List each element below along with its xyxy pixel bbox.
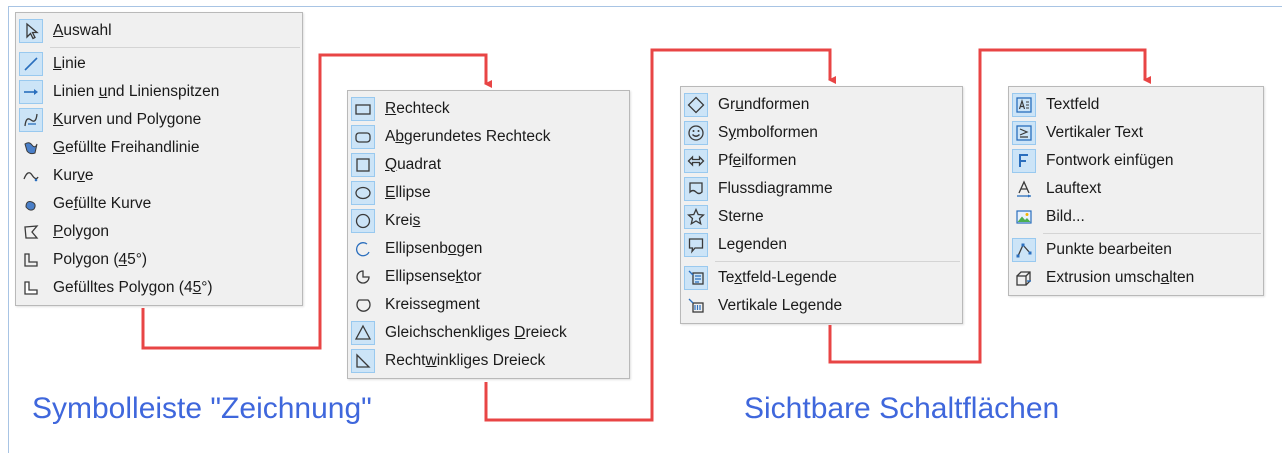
arrow-path-2 <box>484 48 836 422</box>
caption-visible-buttons: Sichtbare Schaltflächen <box>744 392 1060 425</box>
arrow-path-1 <box>141 53 492 350</box>
connector-arrows <box>141 48 1151 422</box>
arrow-path-3 <box>828 48 1151 364</box>
caption-drawing-toolbar: Symbolleiste "Zeichnung" <box>32 392 372 425</box>
